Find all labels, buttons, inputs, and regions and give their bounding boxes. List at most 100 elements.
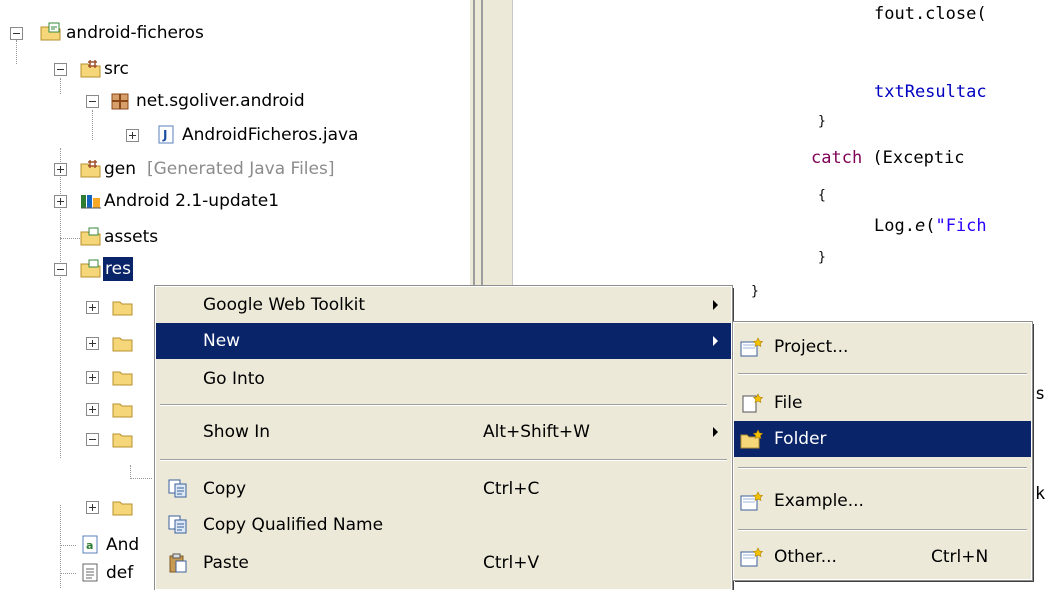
new-example-icon	[740, 491, 764, 511]
code-line: fout.close(	[874, 4, 987, 24]
menu-separator	[160, 404, 727, 406]
collapse-toggle[interactable]	[86, 433, 99, 446]
copy-qualified-name-icon	[168, 515, 187, 534]
tree-item-label: And	[106, 535, 140, 555]
code-line: }	[818, 114, 826, 129]
expand-toggle[interactable]	[54, 163, 67, 176]
expand-toggle[interactable]	[86, 403, 99, 416]
code-line: {	[818, 188, 826, 203]
menu-item-label: Project...	[774, 337, 849, 357]
svg-text:J: J	[162, 128, 167, 142]
menu-item-paste[interactable]: Paste Ctrl+V	[156, 545, 731, 581]
tree-item-android-library[interactable]: Android 2.1-update1	[0, 188, 460, 214]
code-line: }	[751, 284, 759, 299]
submenu-item-file[interactable]: File	[734, 385, 1031, 421]
tree-item-folder[interactable]	[0, 330, 150, 356]
tree-item-folder[interactable]	[0, 396, 150, 422]
menu-item-copy-qualified-name[interactable]: Copy Qualified Name	[156, 507, 731, 543]
menu-item-copy[interactable]: Copy Ctrl+C	[156, 471, 731, 507]
tree-item-manifest[interactable]: a And	[0, 532, 150, 558]
expand-toggle[interactable]	[86, 337, 99, 350]
tree-item-src[interactable]: src	[0, 56, 460, 82]
collapse-toggle[interactable]	[10, 27, 23, 40]
menu-item-label: Other...	[774, 547, 837, 567]
tree-item-folder[interactable]	[0, 426, 150, 452]
source-folder-icon	[80, 60, 101, 78]
tree-item-res[interactable]: res	[0, 256, 200, 282]
java-file-icon: J	[158, 125, 174, 144]
text-file-icon	[82, 563, 98, 582]
expand-toggle[interactable]	[86, 301, 99, 314]
menu-separator	[738, 529, 1027, 531]
menu-item-label: Go Into	[203, 369, 265, 389]
xml-file-icon: a	[82, 535, 98, 554]
code-fragment: s	[1035, 384, 1046, 404]
tree-item-java-file[interactable]: J AndroidFicheros.java	[0, 122, 460, 148]
tree-guide-line	[130, 478, 152, 479]
menu-separator	[738, 373, 1027, 375]
expand-toggle[interactable]	[126, 129, 139, 142]
menu-item-label: Paste	[203, 553, 249, 573]
menu-item-label: Show In	[203, 422, 271, 442]
tree-item-label: Android 2.1-update1	[104, 191, 280, 211]
expand-toggle[interactable]	[86, 371, 99, 384]
collapse-toggle[interactable]	[86, 95, 99, 108]
menu-item-shortcut: Alt+Shift+W	[483, 422, 590, 442]
submenu-item-project[interactable]: Project...	[734, 329, 1031, 365]
menu-item-label: File	[774, 393, 803, 413]
tree-item-gen[interactable]: gen [Generated Java Files]	[0, 156, 460, 182]
menu-item-shortcut: Ctrl+N	[931, 547, 989, 567]
tree-item-label: gen	[104, 159, 137, 179]
tree-item-project[interactable]: android-ficheros	[0, 20, 460, 46]
submenu-item-folder[interactable]: Folder	[734, 421, 1031, 457]
menu-item-shortcut: Ctrl+C	[483, 479, 540, 499]
folder-icon	[112, 403, 133, 418]
folder-icon	[80, 259, 101, 278]
svg-text:a: a	[86, 539, 93, 552]
tree-item-label: android-ficheros	[66, 23, 204, 43]
folder-icon	[112, 301, 133, 316]
submenu-item-other[interactable]: Other... Ctrl+N	[734, 539, 1031, 575]
expand-toggle[interactable]	[54, 195, 67, 208]
new-folder-icon	[740, 429, 764, 449]
menu-item-label: Example...	[774, 491, 864, 511]
paste-icon	[169, 553, 187, 573]
code-fragment: k	[1035, 484, 1046, 504]
tree-item-folder[interactable]	[0, 364, 150, 390]
menu-item-label: Copy Qualified Name	[203, 515, 384, 535]
tree-item-default-properties[interactable]: def	[0, 560, 150, 586]
tree-item-package[interactable]: net.sgoliver.android	[0, 88, 460, 114]
collapse-toggle[interactable]	[54, 263, 67, 276]
folder-icon	[112, 433, 133, 448]
folder-icon	[80, 227, 101, 246]
tree-item-folder[interactable]	[0, 294, 150, 320]
folder-icon	[112, 501, 133, 516]
folder-icon	[112, 337, 133, 352]
tree-item-folder[interactable]	[0, 494, 150, 520]
tree-item-label: def	[106, 563, 134, 583]
expand-toggle[interactable]	[86, 501, 99, 514]
code-line: }	[818, 250, 826, 265]
menu-item-show-in[interactable]: Show In Alt+Shift+W	[156, 414, 731, 450]
submenu-item-example[interactable]: Example...	[734, 483, 1031, 519]
new-project-icon	[740, 337, 764, 357]
code-line: catch (Exceptic	[811, 148, 965, 168]
tree-item-assets[interactable]: assets	[0, 224, 460, 250]
submenu-arrow-icon	[713, 300, 718, 310]
new-other-icon	[740, 547, 764, 567]
context-menu: Google Web Toolkit New Go Into Show In A…	[154, 285, 733, 590]
menu-item-new[interactable]: New	[156, 323, 731, 359]
collapse-toggle[interactable]	[54, 63, 67, 76]
menu-item-google-web-toolkit[interactable]: Google Web Toolkit	[156, 287, 731, 323]
folder-icon	[112, 371, 133, 386]
project-folder-icon	[40, 22, 61, 41]
menu-item-label: Folder	[774, 429, 827, 449]
submenu-arrow-icon	[713, 427, 718, 437]
code-line: txtResultac	[874, 82, 987, 102]
tree-item-label: src	[104, 59, 129, 79]
menu-item-label: Google Web Toolkit	[203, 295, 366, 315]
submenu-arrow-icon	[713, 336, 718, 346]
menu-item-go-into[interactable]: Go Into	[156, 361, 731, 397]
new-submenu: Project... File Folder Example... Other.…	[732, 321, 1033, 581]
tree-item-label: assets	[104, 227, 159, 247]
